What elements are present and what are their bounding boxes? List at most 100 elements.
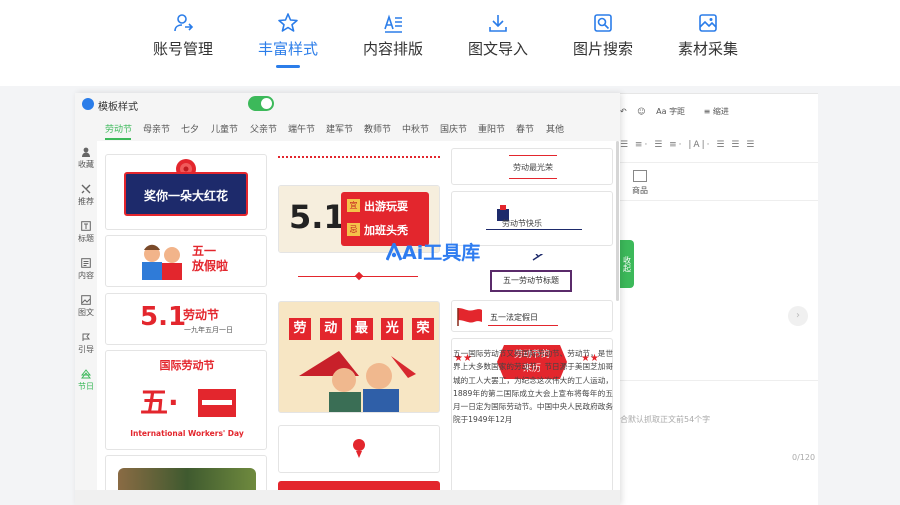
legal-holiday-title: 五一法定假日 xyxy=(490,313,538,322)
tab-army-day[interactable]: 建军节 xyxy=(326,122,353,135)
watermark-a-icon xyxy=(385,240,403,261)
template-card-seal[interactable] xyxy=(278,425,440,473)
tab-other[interactable]: 其他 xyxy=(546,122,564,135)
divider xyxy=(620,200,818,201)
poster-char: 光 xyxy=(381,318,404,340)
happy-labor-day-title: 劳动节快乐 xyxy=(502,219,542,228)
toolbar-align-text: |A|· xyxy=(688,140,712,150)
sidebar-item-label: 收藏 xyxy=(78,160,94,169)
tab-childrens-day[interactable]: 儿童节 xyxy=(211,122,238,135)
goods-icon xyxy=(633,170,647,182)
nav-label: 丰富样式 xyxy=(257,40,318,58)
nav-image-search[interactable]: 图片搜索 xyxy=(548,12,658,59)
tab-fathers-day[interactable]: 父亲节 xyxy=(250,122,277,135)
title-top-line xyxy=(509,155,557,156)
char-counter: 0/120 xyxy=(792,453,816,462)
top-nav: 账号管理 丰富样式 内容排版 图文导入 图片搜索 素材采集 xyxy=(0,0,900,86)
panel-header: 模板样式 xyxy=(75,93,620,115)
chevron-right-icon[interactable]: › xyxy=(788,306,808,326)
sidebar-item-content[interactable]: 内容 xyxy=(75,258,97,281)
tools-icon xyxy=(81,184,91,194)
nav-account-management[interactable]: 账号管理 xyxy=(128,12,238,59)
tab-chongyang[interactable]: 重阳节 xyxy=(478,122,505,135)
image-search-icon xyxy=(594,14,612,32)
guide-icon xyxy=(82,333,91,341)
editor-area: ↶ ☺ Aa 字距 ≡ 缩进 ☰ ≡· ☰ ≡· |A|· ☰ ☰ ☰ 商品 收… xyxy=(620,94,818,505)
indent-label: 缩进 xyxy=(712,107,729,116)
tab-teachers-day[interactable]: 教师节 xyxy=(364,122,391,135)
sparkle-star-icon xyxy=(278,13,298,32)
sidebar-item-festival[interactable]: 节日 xyxy=(75,369,97,392)
text-align-icon xyxy=(384,14,402,33)
may-day-number: 5.1 xyxy=(140,302,187,332)
nav-label: 账号管理 xyxy=(152,40,213,58)
red-flower-banner: 奖你一朵大红花 xyxy=(124,172,248,216)
template-card-holiday[interactable]: 五一 放假啦 xyxy=(105,235,267,287)
summary-hint: 合默认抓取正文前54个字 xyxy=(620,415,711,424)
tab-qixi[interactable]: 七夕 xyxy=(181,122,199,135)
active-tab-underline xyxy=(105,138,131,140)
calendar-line-a: 出游玩耍 xyxy=(364,200,408,213)
may-day-subtitle: 一九年五月一日 xyxy=(184,326,233,334)
editor-toolbar-row-2[interactable]: ☰ ≡· ☰ ≡· |A|· ☰ ☰ ☰ xyxy=(620,140,756,150)
tab-spring-festival[interactable]: 春节 xyxy=(516,122,534,135)
template-card-labor-glory-poster[interactable]: 劳 动 最 光 荣 xyxy=(278,301,440,413)
template-card-red-divider[interactable] xyxy=(278,264,440,294)
image-icon xyxy=(81,295,91,305)
watermark-text: Ai工具库 xyxy=(402,242,481,264)
emoji-icon[interactable]: ☺ xyxy=(637,107,645,116)
festival-icon xyxy=(81,369,91,379)
template-card-labor-glory-title[interactable]: 劳动最光荣 xyxy=(451,148,613,185)
user-icon xyxy=(82,147,90,157)
divider xyxy=(620,162,818,163)
template-card-dotted-line[interactable] xyxy=(278,148,440,166)
sidebar-item-image-text[interactable]: 图文 xyxy=(75,295,97,318)
tab-mothers-day[interactable]: 母亲节 xyxy=(143,122,170,135)
collapse-button[interactable]: 收起 xyxy=(620,240,634,288)
template-toggle[interactable] xyxy=(248,96,274,111)
indent-button[interactable]: ≡ 缩进 xyxy=(704,107,737,116)
goods-label: 商品 xyxy=(632,186,648,195)
one-character-block xyxy=(198,389,236,417)
tab-mid-autumn[interactable]: 中秋节 xyxy=(402,122,429,135)
download-icon xyxy=(489,15,507,32)
nav-material-collect[interactable]: 素材采集 xyxy=(653,12,763,59)
template-card-workers-day[interactable]: 国际劳动节 五· International Workers' Day xyxy=(105,350,267,450)
sidebar-item-label: 节日 xyxy=(78,382,94,391)
may-day-title: 劳动节 xyxy=(183,308,220,322)
seal-icon xyxy=(353,439,365,458)
poster-title-row: 劳 动 最 光 荣 xyxy=(289,318,434,340)
active-underline xyxy=(276,65,300,68)
title-bottom-line xyxy=(509,178,557,179)
tab-dragon-boat[interactable]: 端午节 xyxy=(288,122,315,135)
template-card-red-flower[interactable]: 奖你一朵大红花 xyxy=(105,154,267,230)
nav-label: 图片搜索 xyxy=(572,40,633,58)
workers-poster-illustration xyxy=(299,351,416,412)
nav-content-layout[interactable]: 内容排版 xyxy=(338,12,448,59)
nav-rich-styles[interactable]: 丰富样式 xyxy=(233,12,343,68)
undo-icon[interactable]: ↶ xyxy=(620,107,627,116)
title-underline xyxy=(486,229,582,230)
letter-spacing-button[interactable]: Aa 字距 xyxy=(656,107,693,116)
watermark-logo: Ai工具库 xyxy=(385,238,481,265)
sidebar-item-label: 引导 xyxy=(78,345,94,354)
sidebar-item-recommend[interactable]: 推荐 xyxy=(75,184,97,207)
divider-dot xyxy=(354,271,364,281)
workers-illustration xyxy=(142,244,182,280)
tab-national-day[interactable]: 国庆节 xyxy=(440,122,467,135)
sidebar-item-title[interactable]: 标题 xyxy=(75,221,97,244)
nav-import[interactable]: 图文导入 xyxy=(443,12,553,59)
calendar-ji-badge: 忌 xyxy=(347,223,360,236)
sidebar-item-favorites[interactable]: 收藏 xyxy=(75,147,97,170)
panel-bottom-bar xyxy=(75,490,620,505)
tab-labor-day[interactable]: 劳动节 xyxy=(105,122,132,135)
template-card-legal-holiday[interactable]: 五一法定假日 xyxy=(451,300,613,332)
template-card-may-day-date[interactable]: 5.1 劳动节 一九年五月一日 xyxy=(105,293,267,345)
poster-char: 劳 xyxy=(289,318,311,340)
sidebar-item-guide[interactable]: 引导 xyxy=(75,332,97,355)
panel-scrollbar[interactable] xyxy=(616,141,619,301)
holiday-title: 五一 放假啦 xyxy=(192,244,229,273)
goods-button[interactable]: 商品 xyxy=(632,170,648,196)
nav-label: 内容排版 xyxy=(362,40,423,58)
sidebar-item-label: 标题 xyxy=(78,234,94,243)
